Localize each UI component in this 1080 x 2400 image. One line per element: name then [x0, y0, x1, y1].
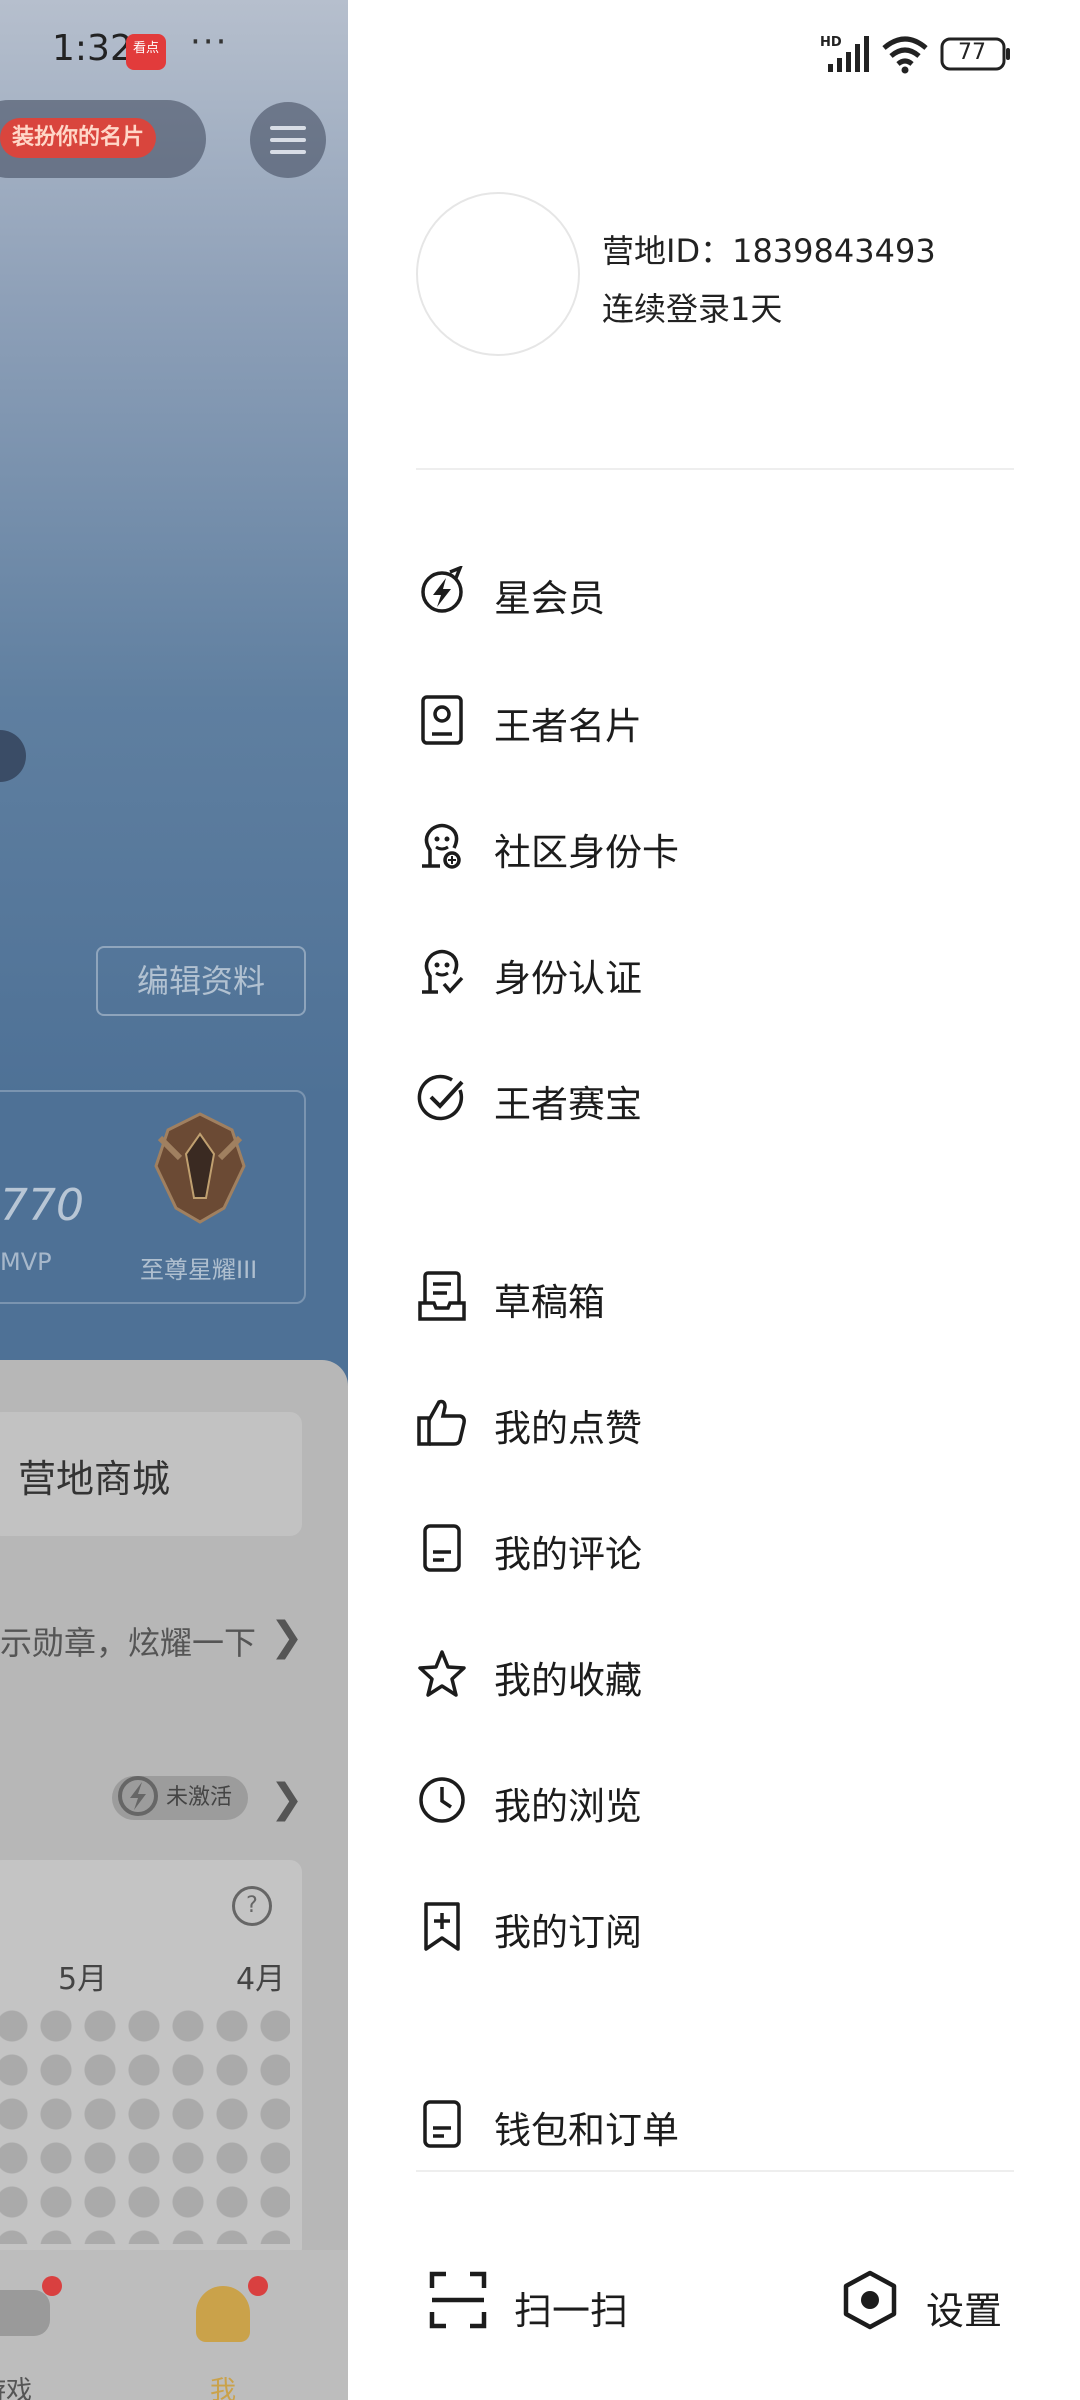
menu-item-my-comments[interactable]: 我的评论: [416, 1496, 1014, 1596]
chevron-right-icon: ❯: [270, 1776, 304, 1822]
menu-label: 我的订阅: [494, 1911, 642, 1954]
menu-label: 我的浏览: [494, 1785, 642, 1828]
settings-button[interactable]: 设置: [840, 2260, 1020, 2340]
signal-icon: HD: [820, 34, 872, 74]
user-avatar[interactable]: [416, 192, 580, 356]
thumbs-up-icon: [417, 1399, 466, 1446]
avatar-edge: [0, 730, 26, 782]
edit-profile-button[interactable]: 编辑资料: [96, 946, 306, 1016]
login-streak: 连续登录1天: [602, 290, 783, 328]
menu-item-my-favorites[interactable]: 我的收藏: [416, 1622, 1014, 1722]
star-member-icon: [118, 1776, 158, 1816]
menu-label: 草稿箱: [494, 1281, 605, 1324]
side-drawer: [348, 0, 1080, 2400]
menu-item-my-history[interactable]: 我的浏览: [416, 1748, 1014, 1848]
medal-prompt[interactable]: 示勋章，炫耀一下: [0, 1618, 256, 1664]
help-icon[interactable]: ?: [232, 1886, 272, 1926]
more-notifications-icon: ···: [190, 22, 229, 62]
wifi-icon: [880, 34, 930, 74]
calendar-month: 5月: [58, 1962, 108, 1997]
profile-avatar-icon[interactable]: [196, 2286, 250, 2342]
menu-item-name-card[interactable]: 王者名片: [416, 668, 1014, 768]
mvp-label: MVP: [0, 1248, 52, 1276]
profile-divider: [416, 468, 1014, 470]
network-type-label: HD: [820, 35, 842, 50]
community-id-icon: [422, 823, 461, 869]
settings-label: 设置: [926, 2289, 1003, 2333]
camp-id: 营地ID：1839843493: [602, 232, 936, 270]
verify-identity-icon: [422, 949, 464, 994]
settings-icon: [843, 2270, 897, 2330]
match-treasure-icon: [417, 1074, 464, 1121]
clock-icon: [419, 1777, 465, 1823]
menu-label: 星会员: [494, 577, 605, 620]
gamepad-icon[interactable]: [0, 2290, 50, 2336]
status-time: 1:32: [52, 28, 133, 69]
name-card-icon: [421, 695, 463, 745]
menu-label: 社区身份卡: [494, 831, 679, 874]
background-app: 1:32 看点 ··· 装扮你的名片 编辑资料 770 MVP 至尊星耀III …: [0, 0, 348, 2400]
bottom-nav: [0, 2250, 348, 2400]
menu-label: 我的点赞: [494, 1407, 642, 1450]
calendar-month: 4月: [236, 1962, 286, 1997]
notification-dot: [42, 2276, 62, 2296]
app-notification-badge: 看点: [126, 34, 166, 70]
notification-dot: [248, 2276, 268, 2296]
drafts-icon: [418, 1271, 466, 1321]
hamburger-menu-button[interactable]: [250, 102, 326, 178]
chevron-right-icon: ❯: [270, 1614, 304, 1660]
mvp-count: 770: [0, 1180, 84, 1231]
menu-label: 王者名片: [494, 705, 642, 748]
scan-label: 扫一扫: [514, 2289, 629, 2333]
menu-item-my-likes[interactable]: 我的点赞: [416, 1370, 1014, 1470]
menu-item-community-id[interactable]: 社区身份卡: [416, 794, 1014, 894]
star-member-icon: [421, 566, 463, 613]
menu-item-match-treasure[interactable]: 王者赛宝: [416, 1046, 1014, 1146]
nav-game-label[interactable]: 游戏: [0, 2370, 32, 2400]
menu-label: 王者赛宝: [494, 1083, 642, 1126]
scan-button[interactable]: 扫一扫: [428, 2260, 648, 2340]
scan-icon: [429, 2271, 487, 2329]
battery-level: 77: [958, 40, 986, 65]
wallet-doc-icon: [423, 2100, 461, 2148]
dress-up-tag: 装扮你的名片: [0, 118, 157, 158]
menu-item-wallet-orders[interactable]: 钱包和订单: [416, 2072, 1014, 2172]
comment-doc-icon: [423, 1524, 461, 1572]
menu-item-drafts[interactable]: 草稿箱: [416, 1244, 1014, 1344]
menu-label: 我的收藏: [494, 1659, 642, 1702]
menu-label: 身份认证: [494, 957, 642, 1000]
rank-label: 至尊星耀III: [140, 1256, 258, 1284]
menu-item-identity-verification[interactable]: 身份认证: [416, 920, 1014, 1020]
activity-dot-grid: [0, 2004, 290, 2244]
menu-item-my-subscriptions[interactable]: 我的订阅: [416, 1874, 1014, 1974]
menu-label: 我的评论: [494, 1533, 642, 1576]
bottom-divider: [416, 2170, 1014, 2172]
menu-item-star-member[interactable]: 星会员: [416, 540, 1014, 640]
camp-shop-label: 营地商城: [18, 1457, 171, 1501]
rank-emblem-icon: [154, 1112, 246, 1224]
star-outline-icon: [418, 1650, 466, 1697]
menu-label: 钱包和订单: [494, 2109, 679, 2152]
bookmark-plus-icon: [424, 1902, 460, 1951]
nav-me-label[interactable]: 我: [210, 2370, 236, 2400]
